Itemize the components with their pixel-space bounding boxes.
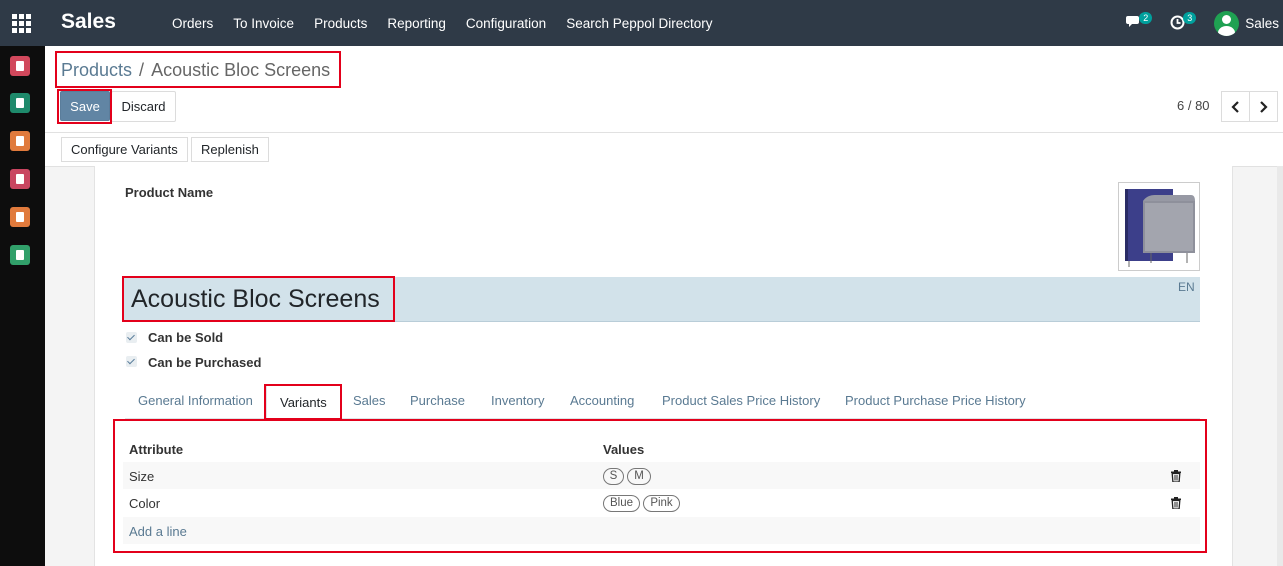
tab-accounting[interactable]: Accounting	[570, 393, 634, 408]
discuss-icon[interactable]	[10, 56, 30, 76]
tab-product-sales-price-history[interactable]: Product Sales Price History	[662, 393, 820, 408]
table-row[interactable]	[123, 462, 1200, 489]
product-image[interactable]	[1118, 182, 1200, 271]
product-name-label: Product Name	[125, 185, 214, 200]
activities-menu[interactable]: 3	[1162, 0, 1206, 46]
tab-purchase[interactable]: Purchase	[410, 393, 465, 408]
value-tag[interactable]: Pink	[643, 495, 680, 512]
menu-search-peppol[interactable]: Search Peppol Directory	[556, 16, 722, 31]
app-name[interactable]: Sales	[61, 10, 116, 34]
scrollbar[interactable]	[1277, 166, 1283, 566]
documents-icon[interactable]	[10, 245, 30, 265]
language-toggle[interactable]: EN	[1178, 280, 1195, 294]
product-name-input[interactable]: Acoustic Bloc Screens	[131, 285, 380, 314]
value-tag[interactable]: M	[627, 468, 651, 485]
invoicing-icon[interactable]	[10, 207, 30, 227]
messages-badge: 2	[1139, 12, 1153, 24]
app-sidebar	[0, 46, 45, 566]
notebook-tabs: General Information Variants Sales Purch…	[125, 385, 1200, 419]
trash-icon[interactable]	[1171, 470, 1181, 482]
activities-badge: 3	[1183, 12, 1197, 24]
inventory-icon[interactable]	[10, 169, 30, 189]
attribute-cell[interactable]: Color	[129, 496, 160, 511]
apps-menu-icon[interactable]	[12, 14, 31, 33]
attribute-cell[interactable]: Size	[129, 469, 154, 484]
menu-orders[interactable]: Orders	[162, 16, 223, 31]
replenish-button[interactable]: Replenish	[191, 137, 269, 162]
menu-configuration[interactable]: Configuration	[456, 16, 556, 31]
systray: 2 3 Sales	[1118, 0, 1283, 46]
pager-next-button[interactable]	[1249, 91, 1278, 122]
sales-icon[interactable]	[10, 131, 30, 151]
menu-reporting[interactable]: Reporting	[377, 16, 456, 31]
trash-icon[interactable]	[1171, 497, 1181, 509]
menu-to-invoice[interactable]: To Invoice	[223, 16, 304, 31]
column-header-values[interactable]: Values	[603, 442, 644, 457]
user-name: Sales	[1245, 15, 1279, 31]
breadcrumb-separator: /	[139, 60, 145, 80]
messages-menu[interactable]: 2	[1118, 0, 1162, 46]
breadcrumb: Products / Acoustic Bloc Screens	[61, 60, 330, 81]
tab-inventory[interactable]: Inventory	[491, 393, 544, 408]
chevron-right-icon	[1260, 100, 1268, 113]
tab-sales[interactable]: Sales	[353, 393, 386, 408]
avatar	[1214, 10, 1240, 36]
add-line-link[interactable]: Add a line	[129, 524, 187, 539]
column-header-attribute[interactable]: Attribute	[129, 442, 183, 457]
tab-product-purchase-price-history[interactable]: Product Purchase Price History	[845, 393, 1026, 408]
can-be-sold-label: Can be Sold	[148, 330, 224, 345]
tab-general-information[interactable]: General Information	[138, 393, 253, 408]
user-menu[interactable]: Sales	[1206, 0, 1283, 46]
save-button[interactable]: Save	[60, 91, 110, 121]
breadcrumb-products[interactable]: Products	[61, 60, 132, 80]
discard-button[interactable]: Discard	[111, 91, 176, 122]
pager-previous-button[interactable]	[1221, 91, 1250, 122]
product-photo-icon	[1125, 189, 1195, 267]
top-navbar: Sales Orders To Invoice Products Reporti…	[0, 0, 1283, 46]
can-be-purchased-checkbox[interactable]	[126, 356, 137, 367]
can-be-purchased-label: Can be Purchased	[148, 355, 262, 370]
value-tag[interactable]: Blue	[603, 495, 640, 512]
pager-value[interactable]: 6 / 80	[1177, 98, 1210, 113]
contacts-icon[interactable]	[10, 93, 30, 113]
menu-products[interactable]: Products	[304, 16, 377, 31]
divider	[45, 132, 1283, 133]
can-be-sold-checkbox[interactable]	[126, 332, 137, 343]
breadcrumb-current: Acoustic Bloc Screens	[151, 60, 331, 80]
chevron-left-icon	[1231, 100, 1239, 113]
table-row	[123, 517, 1200, 544]
configure-variants-button[interactable]: Configure Variants	[61, 137, 188, 162]
tab-variants[interactable]: Variants	[266, 385, 341, 419]
main-menu: Orders To Invoice Products Reporting Con…	[162, 0, 723, 46]
value-tag[interactable]: S	[603, 468, 624, 485]
